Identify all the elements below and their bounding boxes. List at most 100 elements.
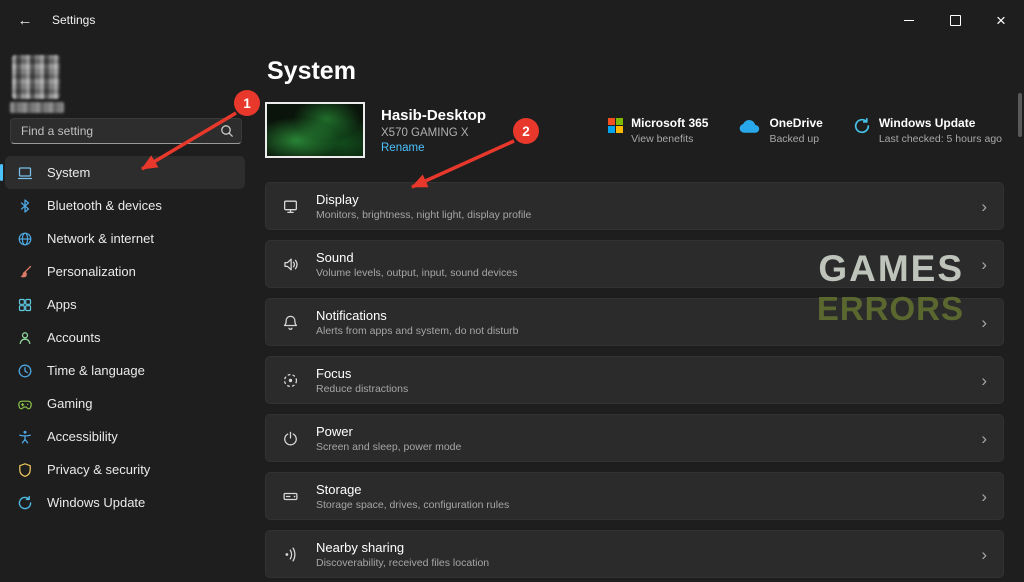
sidebar-item-label: Time & language [47,363,145,378]
search-icon [220,124,234,138]
sidebar-item-privacy-security[interactable]: Privacy & security [5,453,245,486]
sidebar-item-accounts[interactable]: Accounts [5,321,245,354]
sidebar-item-windows-update[interactable]: Windows Update [5,486,245,519]
device-info-row: Hasib-Desktop X570 GAMING X Rename Micro… [265,102,1004,158]
rename-link[interactable]: Rename [381,142,486,154]
settings-row-storage[interactable]: Storage Storage space, drives, configura… [265,472,1004,520]
nearby-sharing-icon [282,546,300,563]
device-info: Hasib-Desktop X570 GAMING X Rename [381,107,486,154]
sidebar-item-time-language[interactable]: Time & language [5,354,245,387]
minimize-icon [904,20,914,21]
system-icon [17,165,33,181]
gaming-icon [17,396,33,412]
user-name-redacted [10,102,64,113]
user-avatar[interactable] [12,55,60,99]
maximize-button[interactable] [932,0,978,40]
focus-icon [282,372,300,389]
selected-indicator [0,164,3,181]
sidebar-item-label: Windows Update [47,495,145,510]
chevron-right-icon: › [981,198,987,215]
window-title: Settings [52,13,95,27]
storage-icon [282,488,300,505]
status-title: Windows Update [879,116,1002,130]
row-subtitle: Alerts from apps and system, do not dist… [316,325,519,337]
main-content: System Hasib-Desktop X570 GAMING X Renam… [250,40,1024,582]
status-title: OneDrive [769,116,822,130]
sidebar-item-label: Bluetooth & devices [47,198,162,213]
display-icon [282,198,300,215]
back-button[interactable]: ← [8,5,42,35]
sidebar-item-label: Gaming [47,396,93,411]
settings-row-notifications[interactable]: Notifications Alerts from apps and syste… [265,298,1004,346]
notifications-icon [282,314,300,331]
scrollbar-thumb[interactable] [1018,93,1022,137]
sidebar-item-label: Apps [47,297,77,312]
settings-row-sound[interactable]: Sound Volume levels, output, input, soun… [265,240,1004,288]
sound-icon [282,256,300,273]
row-subtitle: Volume levels, output, input, sound devi… [316,267,517,279]
network-icon [17,231,33,247]
accessibility-icon [17,429,33,445]
settings-row-focus[interactable]: Focus Reduce distractions › [265,356,1004,404]
row-subtitle: Screen and sleep, power mode [316,441,461,453]
status-title: Microsoft 365 [631,116,708,130]
onedrive-icon [738,119,761,134]
titlebar: ← Settings × [0,0,1024,40]
settings-list: Display Monitors, brightness, night ligh… [265,182,1004,578]
sidebar-item-accessibility[interactable]: Accessibility [5,420,245,453]
sidebar-item-label: Network & internet [47,231,154,246]
row-title: Sound [316,250,517,265]
search-box [10,118,242,144]
chevron-right-icon: › [981,546,987,563]
privacy-icon [17,462,33,478]
maximize-icon [950,15,961,26]
status-card-onedrive[interactable]: OneDrive Backed up [738,116,822,145]
chevron-right-icon: › [981,256,987,273]
search-input[interactable] [10,118,242,144]
row-subtitle: Discoverability, received files location [316,557,489,569]
sidebar-item-label: System [47,165,90,180]
sidebar-item-gaming[interactable]: Gaming [5,387,245,420]
sidebar-item-label: Accessibility [47,429,118,444]
minimize-button[interactable] [886,0,932,40]
microsoft-365-icon [608,118,623,133]
settings-row-power[interactable]: Power Screen and sleep, power mode › [265,414,1004,462]
sidebar-item-label: Personalization [47,264,136,279]
accounts-icon [17,330,33,346]
device-wallpaper-thumbnail [265,102,365,158]
sidebar-item-system[interactable]: System [5,156,245,189]
status-cards: Microsoft 365 View benefits OneDrive Bac… [608,116,1004,145]
sidebar-item-bluetooth-devices[interactable]: Bluetooth & devices [5,189,245,222]
row-title: Power [316,424,461,439]
row-subtitle: Storage space, drives, configuration rul… [316,499,509,511]
row-title: Storage [316,482,509,497]
sidebar-item-personalization[interactable]: Personalization [5,255,245,288]
status-card-microsoft-365[interactable]: Microsoft 365 View benefits [608,116,708,145]
sidebar-item-label: Privacy & security [47,462,150,477]
sidebar-nav: System Bluetooth & devices Network & int… [5,156,245,519]
chevron-right-icon: › [981,430,987,447]
settings-row-nearby-sharing[interactable]: Nearby sharing Discoverability, received… [265,530,1004,578]
chevron-right-icon: › [981,488,987,505]
sidebar-item-network-internet[interactable]: Network & internet [5,222,245,255]
chevron-right-icon: › [981,314,987,331]
sidebar-item-apps[interactable]: Apps [5,288,245,321]
row-title: Nearby sharing [316,540,489,555]
settings-row-display[interactable]: Display Monitors, brightness, night ligh… [265,182,1004,230]
row-title: Notifications [316,308,519,323]
bluetooth-icon [17,198,33,214]
time-language-icon [17,363,33,379]
windows-update-status-icon [853,117,871,135]
close-button[interactable]: × [978,0,1024,40]
status-subtitle: View benefits [631,133,708,145]
windows-update-icon [17,495,33,511]
sidebar: System Bluetooth & devices Network & int… [0,40,250,582]
status-subtitle: Backed up [769,133,822,145]
status-card-windows-update[interactable]: Windows Update Last checked: 5 hours ago [853,116,1002,145]
chevron-right-icon: › [981,372,987,389]
power-icon [282,430,300,447]
window-controls: × [886,0,1024,40]
status-subtitle: Last checked: 5 hours ago [879,133,1002,145]
row-title: Focus [316,366,408,381]
personalization-icon [17,264,33,280]
